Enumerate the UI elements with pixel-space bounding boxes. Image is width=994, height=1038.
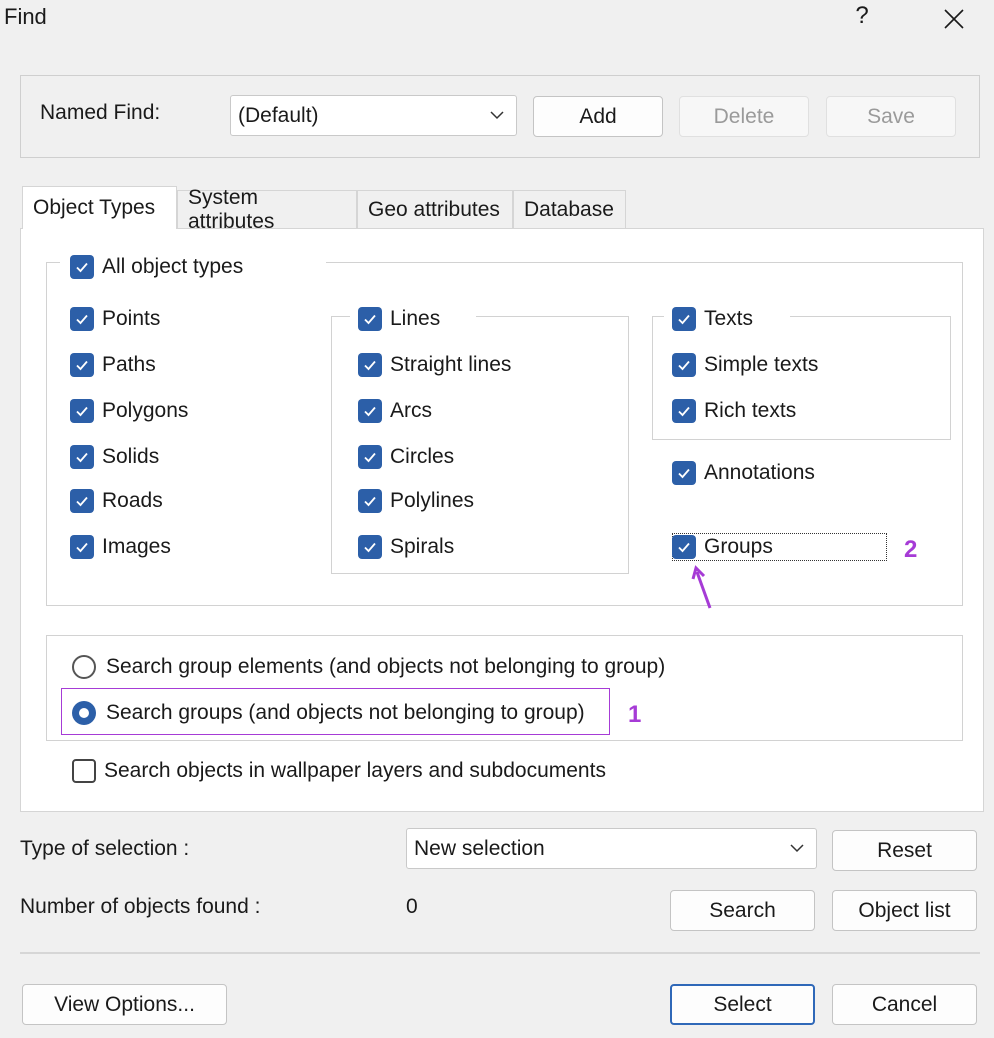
circles-label: Circles <box>390 445 455 468</box>
paths-checkbox[interactable]: Paths <box>70 351 156 379</box>
lines-checkbox[interactable]: Lines <box>358 305 440 333</box>
roads-checkbox[interactable]: Roads <box>70 487 163 515</box>
search-groups-label: Search groups (and objects not belonging… <box>106 701 585 724</box>
checkbox-checked-icon <box>358 399 382 423</box>
checkbox-checked-icon <box>672 307 696 331</box>
chevron-down-icon <box>490 111 504 120</box>
arcs-label: Arcs <box>390 399 432 422</box>
checkbox-checked-icon <box>672 535 696 559</box>
tab-database[interactable]: Database <box>513 190 626 228</box>
annotations-checkbox[interactable]: Annotations <box>672 459 815 487</box>
add-button[interactable]: Add <box>533 96 663 137</box>
circles-checkbox[interactable]: Circles <box>358 443 454 471</box>
radio-on-icon <box>72 701 96 725</box>
solids-label: Solids <box>102 445 160 468</box>
all-object-types-label: All object types <box>102 255 244 278</box>
spirals-label: Spirals <box>390 535 455 558</box>
tab-object-types[interactable]: Object Types <box>22 186 177 229</box>
rich-texts-checkbox[interactable]: Rich texts <box>672 397 796 425</box>
points-checkbox[interactable]: Points <box>70 305 160 333</box>
annotation-number-2: 2 <box>904 536 918 563</box>
type-of-selection-value: New selection <box>414 836 545 860</box>
simple-texts-checkbox[interactable]: Simple texts <box>672 351 818 379</box>
spirals-checkbox[interactable]: Spirals <box>358 533 454 561</box>
checkbox-checked-icon <box>70 489 94 513</box>
search-groups-radio[interactable]: Search groups (and objects not belonging… <box>72 698 585 728</box>
texts-checkbox[interactable]: Texts <box>672 305 753 333</box>
radio-off-icon <box>72 655 96 679</box>
polylines-label: Polylines <box>390 489 475 512</box>
images-label: Images <box>102 535 171 558</box>
checkbox-checked-icon <box>70 445 94 469</box>
tab-geo-attributes[interactable]: Geo attributes <box>357 190 513 228</box>
delete-button[interactable]: Delete <box>679 96 809 137</box>
objects-found-label: Number of objects found : <box>20 895 261 918</box>
arcs-checkbox[interactable]: Arcs <box>358 397 432 425</box>
lines-label: Lines <box>390 307 441 330</box>
search-group-elements-radio[interactable]: Search group elements (and objects not b… <box>72 652 665 682</box>
texts-label: Texts <box>704 307 754 330</box>
close-icon <box>944 9 964 29</box>
search-group-elements-label: Search group elements (and objects not b… <box>106 655 666 678</box>
polygons-label: Polygons <box>102 399 189 422</box>
checkbox-unchecked-icon <box>72 759 96 783</box>
polylines-checkbox[interactable]: Polylines <box>358 487 474 515</box>
object-list-button[interactable]: Object list <box>832 890 977 931</box>
checkbox-checked-icon <box>358 307 382 331</box>
wallpaper-checkbox[interactable]: Search objects in wallpaper layers and s… <box>72 757 606 785</box>
checkbox-checked-icon <box>358 353 382 377</box>
checkbox-checked-icon <box>70 255 94 279</box>
search-button[interactable]: Search <box>670 890 815 931</box>
reset-button[interactable]: Reset <box>832 830 977 871</box>
checkbox-checked-icon <box>70 307 94 331</box>
named-find-combo-value: (Default) <box>238 103 319 127</box>
annotations-label: Annotations <box>704 461 815 484</box>
annotation-number-1: 1 <box>628 701 642 728</box>
checkbox-checked-icon <box>70 399 94 423</box>
paths-label: Paths <box>102 353 156 376</box>
window-title: Find <box>4 4 47 29</box>
checkbox-checked-icon <box>672 461 696 485</box>
checkbox-checked-icon <box>358 535 382 559</box>
named-find-combo[interactable]: (Default) <box>230 95 517 136</box>
solids-checkbox[interactable]: Solids <box>70 443 159 471</box>
arrow-up-icon <box>691 565 712 609</box>
groups-checkbox[interactable]: Groups <box>672 533 773 561</box>
named-find-label: Named Find: <box>40 101 161 124</box>
view-options-button[interactable]: View Options... <box>22 984 227 1025</box>
objects-found-count: 0 <box>406 895 418 918</box>
chevron-down-icon <box>790 844 804 853</box>
all-object-types-checkbox[interactable]: All object types <box>70 253 243 281</box>
straight-lines-checkbox[interactable]: Straight lines <box>358 351 511 379</box>
checkbox-checked-icon <box>672 353 696 377</box>
help-button[interactable]: ? <box>842 2 882 30</box>
close-button[interactable] <box>934 2 974 37</box>
checkbox-checked-icon <box>70 535 94 559</box>
images-checkbox[interactable]: Images <box>70 533 171 561</box>
polygons-checkbox[interactable]: Polygons <box>70 397 188 425</box>
separator <box>20 952 980 954</box>
select-button[interactable]: Select <box>670 984 815 1025</box>
save-button[interactable]: Save <box>826 96 956 137</box>
type-of-selection-label: Type of selection : <box>20 837 190 860</box>
checkbox-checked-icon <box>672 399 696 423</box>
tab-system-attributes[interactable]: System attributes <box>177 186 357 233</box>
cancel-button[interactable]: Cancel <box>832 984 977 1025</box>
wallpaper-label: Search objects in wallpaper layers and s… <box>104 759 606 782</box>
checkbox-checked-icon <box>70 353 94 377</box>
rich-texts-label: Rich texts <box>704 399 797 422</box>
straight-lines-label: Straight lines <box>390 353 512 376</box>
checkbox-checked-icon <box>358 489 382 513</box>
groups-label: Groups <box>704 535 773 558</box>
type-of-selection-combo[interactable]: New selection <box>406 828 817 869</box>
checkbox-checked-icon <box>358 445 382 469</box>
points-label: Points <box>102 307 161 330</box>
roads-label: Roads <box>102 489 163 512</box>
simple-texts-label: Simple texts <box>704 353 819 376</box>
